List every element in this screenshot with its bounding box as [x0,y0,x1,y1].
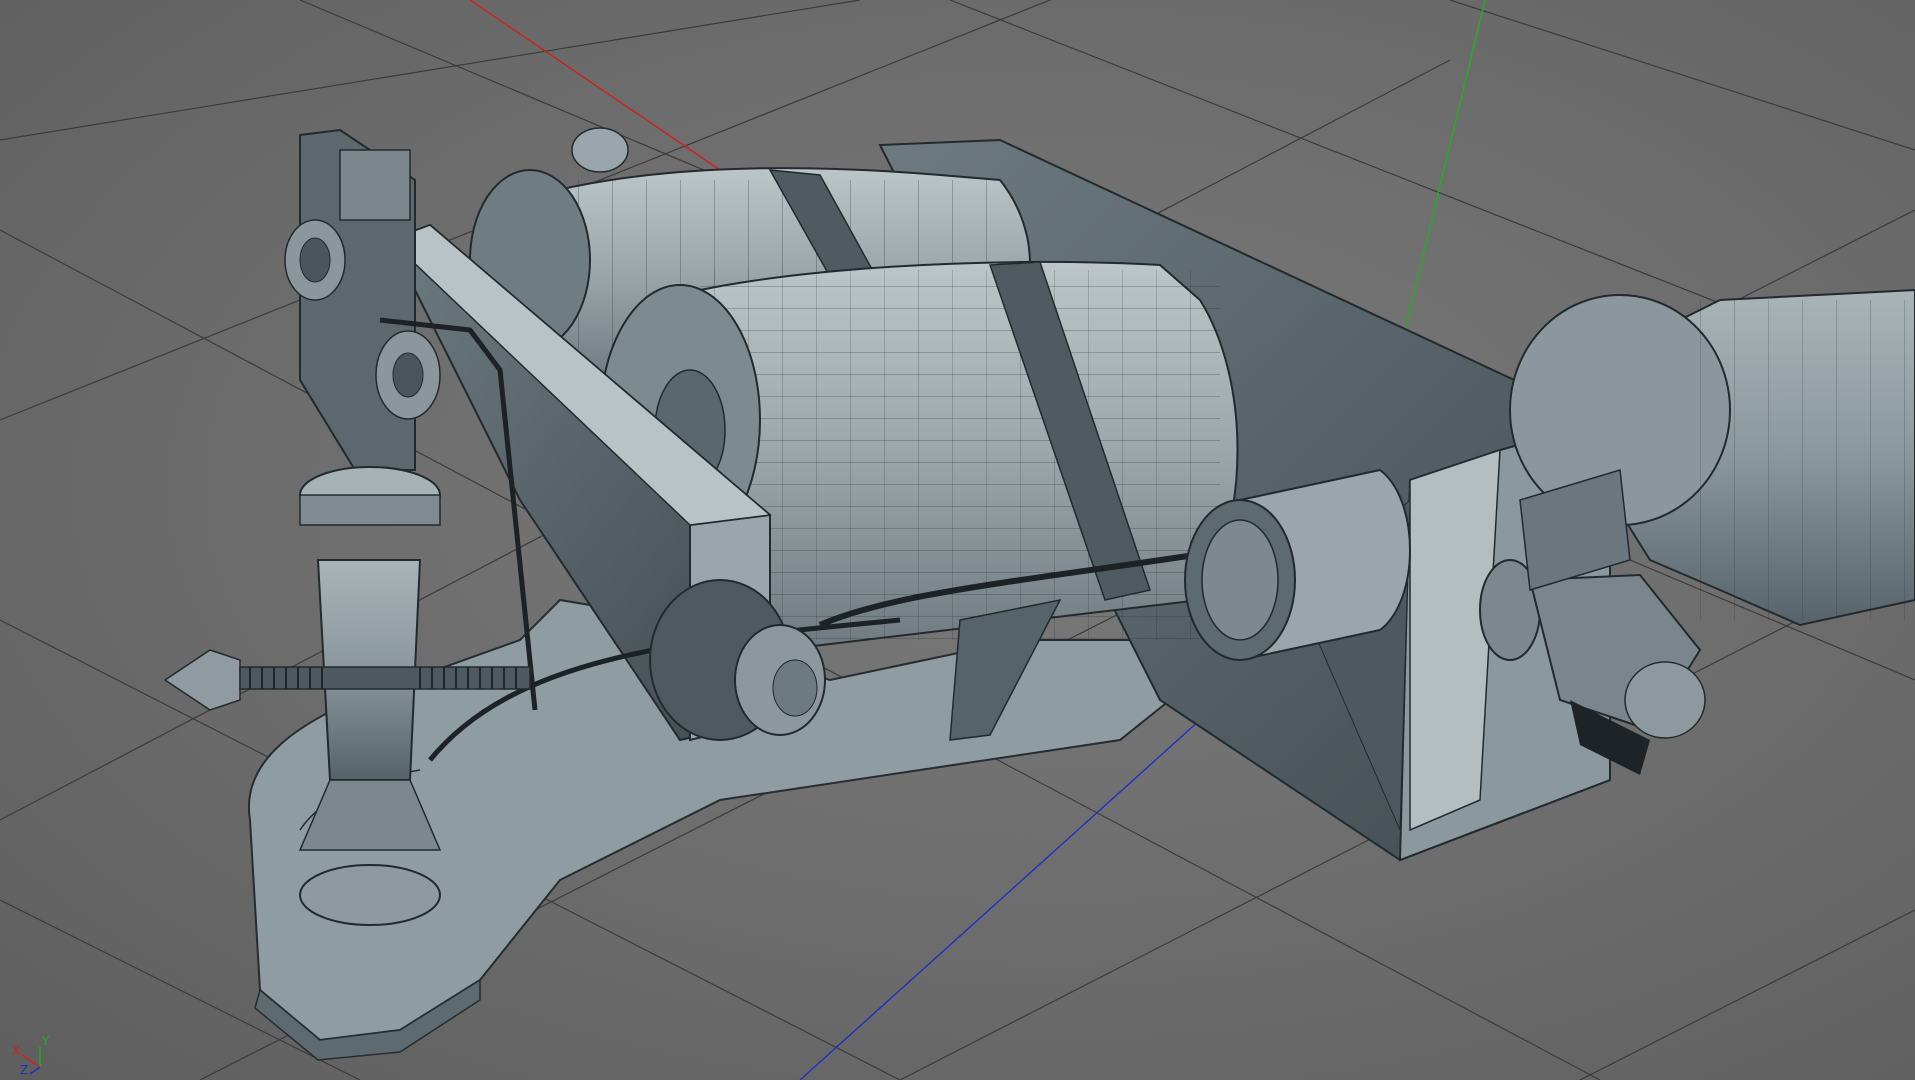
axis-gizmo: Y X Z [10,1025,60,1077]
axis-label-x: X [12,1044,20,1058]
3d-viewport[interactable]: Y X Z [0,0,1915,1080]
axis-label-y: Y [41,1034,50,1048]
viewport-canvas[interactable] [0,0,1915,1080]
axis-gizmo-icon: Y X Z [12,1034,50,1077]
grip-tube[interactable] [1509,288,1915,627]
y-axis-line [1404,0,1486,331]
axis-label-z: Z [20,1063,28,1075]
